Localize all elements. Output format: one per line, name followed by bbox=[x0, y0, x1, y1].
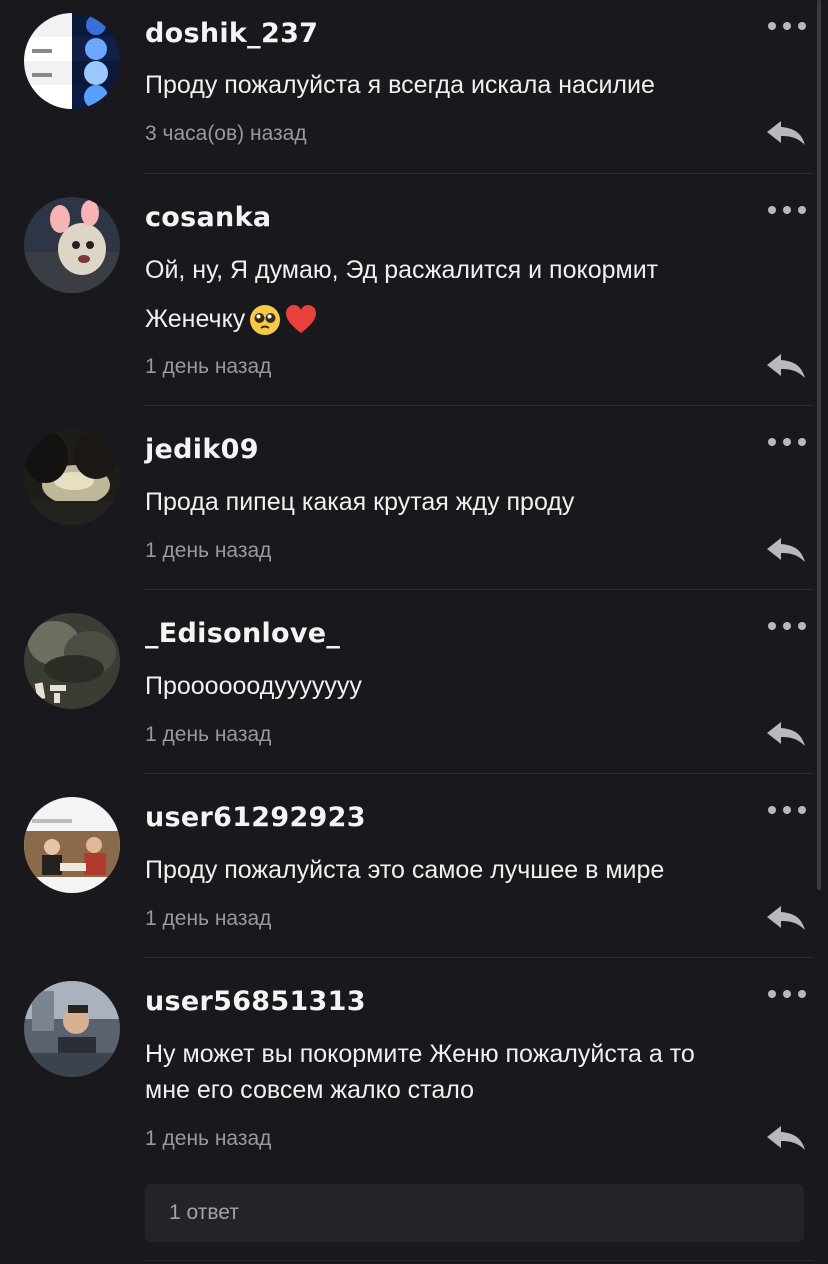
more-dots-icon[interactable] bbox=[768, 21, 806, 31]
timestamp: 1 день назад bbox=[145, 539, 272, 562]
timestamp: 3 часа(ов) назад bbox=[145, 122, 307, 145]
reply-arrow-icon[interactable] bbox=[765, 904, 807, 932]
more-dots-icon[interactable] bbox=[768, 205, 806, 215]
avatar[interactable] bbox=[24, 429, 120, 525]
reply-arrow-icon[interactable] bbox=[765, 1124, 807, 1152]
more-dots-icon[interactable] bbox=[768, 805, 806, 815]
divider bbox=[144, 957, 814, 958]
username[interactable]: _Edisonlove_ bbox=[145, 618, 340, 649]
comment-text: Проду пожалуйста это самое лучшее в мире bbox=[145, 856, 665, 884]
avatar[interactable] bbox=[24, 981, 120, 1077]
scrollbar[interactable] bbox=[817, 0, 821, 890]
divider bbox=[144, 773, 814, 774]
avatar[interactable] bbox=[24, 13, 120, 109]
comments-feed: doshik_237 Проду пожалуйста я всегда иск… bbox=[0, 0, 828, 1264]
more-dots-icon[interactable] bbox=[768, 989, 806, 999]
avatar[interactable] bbox=[24, 613, 120, 709]
comment-text: Ну может вы покормите Женю пожалуйста а … bbox=[145, 1040, 695, 1068]
divider bbox=[144, 173, 814, 174]
reply-arrow-icon[interactable] bbox=[765, 536, 807, 564]
timestamp: 1 день назад bbox=[145, 723, 272, 746]
avatar[interactable] bbox=[24, 197, 120, 293]
reply-arrow-icon[interactable] bbox=[765, 119, 807, 147]
more-dots-icon[interactable] bbox=[768, 437, 806, 447]
comment-text-line-2: Женечку bbox=[145, 302, 745, 336]
reply-arrow-icon[interactable] bbox=[765, 352, 807, 380]
comment-text-line-2-label: Женечку bbox=[145, 305, 246, 333]
view-replies-button[interactable]: 1 ответ bbox=[145, 1184, 804, 1242]
username[interactable]: jedik09 bbox=[145, 434, 259, 465]
replies-count-label: 1 ответ bbox=[169, 1201, 239, 1224]
timestamp: 1 день назад bbox=[145, 355, 272, 378]
comment-text: Ой, ну, Я думаю, Эд расжалится и покорми… bbox=[145, 256, 659, 284]
reply-arrow-icon[interactable] bbox=[765, 720, 807, 748]
comment-text: Проду пожалуйста я всегда искала насилие bbox=[145, 71, 655, 99]
pleading-face-emoji bbox=[249, 304, 281, 336]
red-heart-emoji bbox=[285, 304, 317, 336]
more-dots-icon[interactable] bbox=[768, 621, 806, 631]
username[interactable]: cosanka bbox=[145, 202, 271, 233]
avatar[interactable] bbox=[24, 797, 120, 893]
username[interactable]: user61292923 bbox=[145, 802, 366, 833]
username[interactable]: doshik_237 bbox=[145, 18, 318, 49]
divider bbox=[144, 589, 814, 590]
comment-text: Проооооодууууууу bbox=[145, 672, 362, 700]
comment-text-line-2: мне его совсем жалко стало bbox=[145, 1076, 475, 1104]
timestamp: 1 день назад bbox=[145, 1127, 272, 1150]
divider bbox=[144, 405, 814, 406]
username[interactable]: user56851313 bbox=[145, 986, 366, 1017]
divider bbox=[144, 1260, 814, 1261]
timestamp: 1 день назад bbox=[145, 907, 272, 930]
comment-text: Прода пипец какая крутая жду проду bbox=[145, 488, 575, 516]
